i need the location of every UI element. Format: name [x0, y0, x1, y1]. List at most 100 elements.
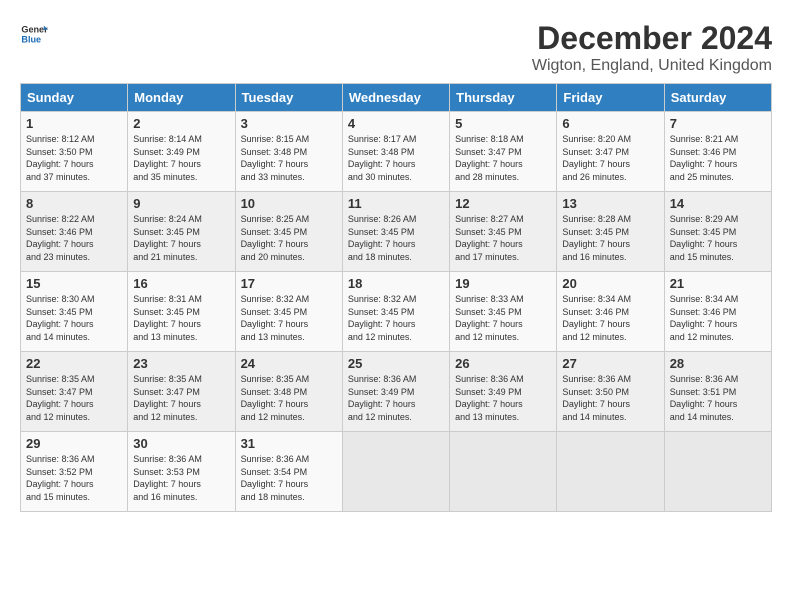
- day-info: Sunrise: 8:33 AMSunset: 3:45 PMDaylight:…: [455, 293, 551, 343]
- table-row: 27 Sunrise: 8:36 AMSunset: 3:50 PMDayligh…: [557, 352, 664, 432]
- col-sunday: Sunday: [21, 84, 128, 112]
- table-row: 21 Sunrise: 8:34 AMSunset: 3:46 PMDayligh…: [664, 272, 771, 352]
- day-number: 18: [348, 276, 444, 291]
- col-thursday: Thursday: [450, 84, 557, 112]
- day-info: Sunrise: 8:27 AMSunset: 3:45 PMDaylight:…: [455, 213, 551, 263]
- table-row: 5Sunrise: 8:18 AMSunset: 3:47 PMDaylight…: [450, 112, 557, 192]
- calendar-week-row: 15 Sunrise: 8:30 AMSunset: 3:45 PMDayligh…: [21, 272, 772, 352]
- day-number: 6: [562, 116, 658, 131]
- day-number: 10: [241, 196, 337, 211]
- day-info: Sunrise: 8:24 AMSunset: 3:45 PMDaylight:…: [133, 213, 229, 263]
- day-number: 1: [26, 116, 122, 131]
- table-row: 23 Sunrise: 8:35 AMSunset: 3:47 PMDayligh…: [128, 352, 235, 432]
- day-number: 29: [26, 436, 122, 451]
- day-info: Sunrise: 8:26 AMSunset: 3:45 PMDaylight:…: [348, 213, 444, 263]
- day-number: 14: [670, 196, 766, 211]
- calendar-week-row: 8 Sunrise: 8:22 AMSunset: 3:46 PMDaylight…: [21, 192, 772, 272]
- table-row: [450, 432, 557, 512]
- day-number: 24: [241, 356, 337, 371]
- day-info: Sunrise: 8:35 AMSunset: 3:47 PMDaylight:…: [133, 373, 229, 423]
- day-info: Sunrise: 8:17 AMSunset: 3:48 PMDaylight:…: [348, 133, 444, 183]
- day-number: 28: [670, 356, 766, 371]
- table-row: 14 Sunrise: 8:29 AMSunset: 3:45 PMDayligh…: [664, 192, 771, 272]
- table-row: [557, 432, 664, 512]
- col-saturday: Saturday: [664, 84, 771, 112]
- table-row: 12 Sunrise: 8:27 AMSunset: 3:45 PMDayligh…: [450, 192, 557, 272]
- day-number: 4: [348, 116, 444, 131]
- day-info: Sunrise: 8:25 AMSunset: 3:45 PMDaylight:…: [241, 213, 337, 263]
- col-wednesday: Wednesday: [342, 84, 449, 112]
- day-info: Sunrise: 8:35 AMSunset: 3:47 PMDaylight:…: [26, 373, 122, 423]
- day-info: Sunrise: 8:36 AMSunset: 3:51 PMDaylight:…: [670, 373, 766, 423]
- day-info: Sunrise: 8:18 AMSunset: 3:47 PMDaylight:…: [455, 133, 551, 183]
- day-number: 21: [670, 276, 766, 291]
- table-row: 24Sunrise: 8:35 AMSunset: 3:48 PMDayligh…: [235, 352, 342, 432]
- table-row: 16 Sunrise: 8:31 AMSunset: 3:45 PMDayligh…: [128, 272, 235, 352]
- logo: General Blue: [20, 20, 48, 48]
- table-row: 2Sunrise: 8:14 AMSunset: 3:49 PMDaylight…: [128, 112, 235, 192]
- col-monday: Monday: [128, 84, 235, 112]
- table-row: 26 Sunrise: 8:36 AMSunset: 3:49 PMDayligh…: [450, 352, 557, 432]
- day-number: 15: [26, 276, 122, 291]
- day-info: Sunrise: 8:36 AMSunset: 3:49 PMDaylight:…: [348, 373, 444, 423]
- day-number: 17: [241, 276, 337, 291]
- table-row: 30 Sunrise: 8:36 AMSunset: 3:53 PMDayligh…: [128, 432, 235, 512]
- table-row: 9Sunrise: 8:24 AMSunset: 3:45 PMDaylight…: [128, 192, 235, 272]
- calendar-week-row: 22 Sunrise: 8:35 AMSunset: 3:47 PMDayligh…: [21, 352, 772, 432]
- day-number: 16: [133, 276, 229, 291]
- table-row: 22 Sunrise: 8:35 AMSunset: 3:47 PMDayligh…: [21, 352, 128, 432]
- table-row: 10 Sunrise: 8:25 AMSunset: 3:45 PMDayligh…: [235, 192, 342, 272]
- table-row: 1 Sunrise: 8:12 AMSunset: 3:50 PMDaylight…: [21, 112, 128, 192]
- day-info: Sunrise: 8:15 AMSunset: 3:48 PMDaylight:…: [241, 133, 337, 183]
- day-info: Sunrise: 8:36 AMSunset: 3:53 PMDaylight:…: [133, 453, 229, 503]
- table-row: 8 Sunrise: 8:22 AMSunset: 3:46 PMDaylight…: [21, 192, 128, 272]
- day-info: Sunrise: 8:34 AMSunset: 3:46 PMDaylight:…: [670, 293, 766, 343]
- calendar-week-row: 29 Sunrise: 8:36 AMSunset: 3:52 PMDayligh…: [21, 432, 772, 512]
- table-row: 28 Sunrise: 8:36 AMSunset: 3:51 PMDayligh…: [664, 352, 771, 432]
- table-row: 15 Sunrise: 8:30 AMSunset: 3:45 PMDayligh…: [21, 272, 128, 352]
- day-info: Sunrise: 8:12 AMSunset: 3:50 PMDaylight:…: [26, 133, 122, 183]
- table-row: 25 Sunrise: 8:36 AMSunset: 3:49 PMDayligh…: [342, 352, 449, 432]
- table-row: 31Sunrise: 8:36 AMSunset: 3:54 PMDayligh…: [235, 432, 342, 512]
- day-number: 7: [670, 116, 766, 131]
- table-row: [342, 432, 449, 512]
- day-number: 12: [455, 196, 551, 211]
- day-number: 27: [562, 356, 658, 371]
- day-number: 30: [133, 436, 229, 451]
- day-number: 26: [455, 356, 551, 371]
- day-info: Sunrise: 8:36 AMSunset: 3:52 PMDaylight:…: [26, 453, 122, 503]
- day-info: Sunrise: 8:22 AMSunset: 3:46 PMDaylight:…: [26, 213, 122, 263]
- day-number: 11: [348, 196, 444, 211]
- table-row: 17Sunrise: 8:32 AMSunset: 3:45 PMDayligh…: [235, 272, 342, 352]
- table-row: 29 Sunrise: 8:36 AMSunset: 3:52 PMDayligh…: [21, 432, 128, 512]
- day-info: Sunrise: 8:20 AMSunset: 3:47 PMDaylight:…: [562, 133, 658, 183]
- col-tuesday: Tuesday: [235, 84, 342, 112]
- col-friday: Friday: [557, 84, 664, 112]
- day-number: 23: [133, 356, 229, 371]
- day-info: Sunrise: 8:29 AMSunset: 3:45 PMDaylight:…: [670, 213, 766, 263]
- table-row: 11 Sunrise: 8:26 AMSunset: 3:45 PMDayligh…: [342, 192, 449, 272]
- day-info: Sunrise: 8:36 AMSunset: 3:54 PMDaylight:…: [241, 453, 337, 503]
- calendar-table: Sunday Monday Tuesday Wednesday Thursday…: [20, 83, 772, 512]
- calendar-week-row: 1 Sunrise: 8:12 AMSunset: 3:50 PMDaylight…: [21, 112, 772, 192]
- day-number: 25: [348, 356, 444, 371]
- logo-icon: General Blue: [20, 20, 48, 48]
- day-number: 22: [26, 356, 122, 371]
- day-number: 19: [455, 276, 551, 291]
- table-row: [664, 432, 771, 512]
- day-info: Sunrise: 8:36 AMSunset: 3:50 PMDaylight:…: [562, 373, 658, 423]
- day-info: Sunrise: 8:34 AMSunset: 3:46 PMDaylight:…: [562, 293, 658, 343]
- title-area: December 2024 Wigton, England, United Ki…: [532, 20, 772, 75]
- day-info: Sunrise: 8:30 AMSunset: 3:45 PMDaylight:…: [26, 293, 122, 343]
- day-number: 3: [241, 116, 337, 131]
- day-info: Sunrise: 8:14 AMSunset: 3:49 PMDaylight:…: [133, 133, 229, 183]
- day-info: Sunrise: 8:36 AMSunset: 3:49 PMDaylight:…: [455, 373, 551, 423]
- table-row: 13Sunrise: 8:28 AMSunset: 3:45 PMDayligh…: [557, 192, 664, 272]
- day-info: Sunrise: 8:31 AMSunset: 3:45 PMDaylight:…: [133, 293, 229, 343]
- table-row: 4 Sunrise: 8:17 AMSunset: 3:48 PMDaylight…: [342, 112, 449, 192]
- table-row: 19 Sunrise: 8:33 AMSunset: 3:45 PMDayligh…: [450, 272, 557, 352]
- day-info: Sunrise: 8:21 AMSunset: 3:46 PMDaylight:…: [670, 133, 766, 183]
- day-number: 8: [26, 196, 122, 211]
- svg-text:Blue: Blue: [21, 34, 41, 44]
- day-number: 13: [562, 196, 658, 211]
